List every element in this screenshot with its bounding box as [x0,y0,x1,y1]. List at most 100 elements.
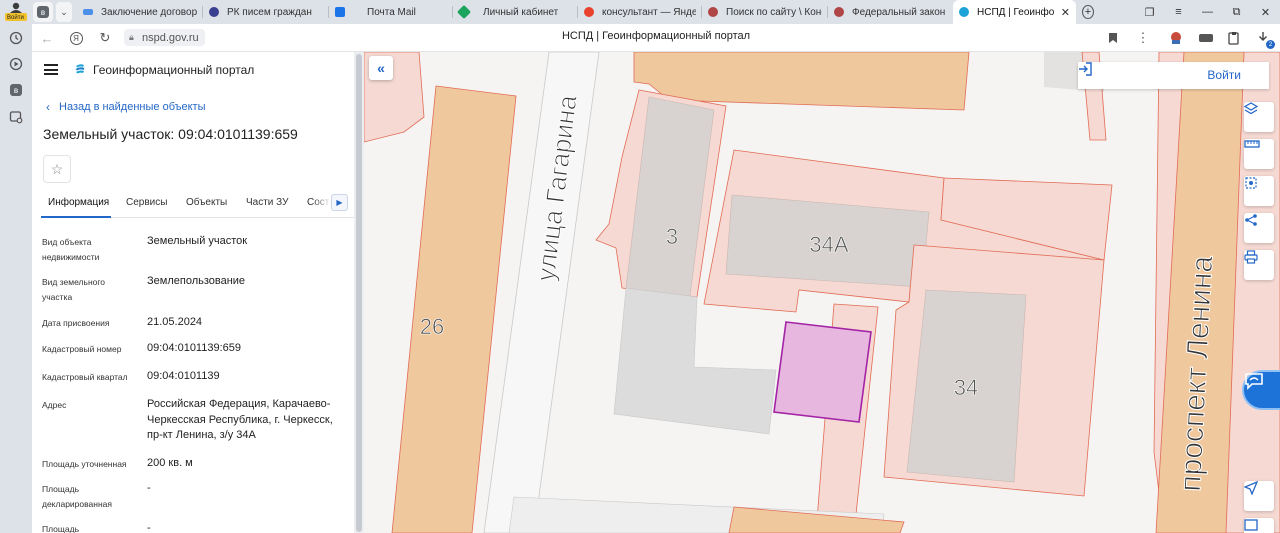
object-info-panel: Геоинформационный портал ‹ Назад в найде… [32,52,354,533]
property-value: 200 кв. м [147,457,193,469]
selected-parcel-34a[interactable] [773,321,872,423]
navigation-arrow-icon [1244,481,1258,495]
print-button[interactable] [1244,250,1274,280]
property-value: 21.05.2024 [147,316,203,328]
tab-title: консультант — Яндекс [602,6,696,18]
property-label: Вид земельного участка [42,277,106,302]
tabs-scroll-right-icon[interactable]: ▶ [331,194,348,211]
yandex-tab-button[interactable]: в [33,2,53,22]
history-icon[interactable] [8,30,24,46]
tab-mail[interactable]: Почта Mail [329,0,453,24]
profile-button[interactable]: Войти [3,1,29,21]
mail-icon [335,7,345,17]
tab-yandex-search[interactable]: консультант — Яндекс [578,0,702,24]
close-window-icon[interactable]: ✕ [1251,0,1280,24]
login-icon [1079,62,1092,76]
login-button[interactable]: Войти [1078,62,1269,89]
clipboard-icon[interactable] [1225,29,1243,47]
star-icon: ☆ [50,160,64,177]
tab-nspd[interactable]: НСПД | Геоинформа ✕ [953,0,1076,24]
back-arrow-icon[interactable]: ← [38,29,56,47]
back-to-results-link[interactable]: ‹ Назад в найденные объекты [46,100,206,114]
minimize-icon[interactable]: — [1193,0,1222,24]
tabs-menu-chevron-icon[interactable]: ⌄ [56,2,72,22]
property-value: Земельный участок [147,235,248,247]
profile-label: Войти [7,15,24,21]
hamburger-menu-icon[interactable] [44,64,58,75]
diamond-icon [456,4,472,20]
chat-assistant-button[interactable] [1242,370,1280,410]
tab-title: НСПД | Геоинформа [977,6,1055,18]
restore-icon[interactable]: ⧉ [1222,0,1251,24]
yandex-y-icon[interactable]: Я [67,29,85,47]
yandex-icon [584,7,594,17]
tabs-overview-icon[interactable]: ❐ [1135,0,1164,24]
chevron-left-icon: ‹ [46,100,50,114]
close-tab-icon[interactable]: ✕ [1061,6,1070,19]
layers-icon [1244,102,1258,115]
consultant-icon [834,7,844,17]
favorite-button[interactable]: ☆ [43,155,71,183]
url-text: nspd.gov.ru [142,31,199,44]
page-title: НСПД | Геоинформационный портал [561,30,751,42]
tab-title: Заключение договоров [101,6,197,18]
extension-2-icon[interactable] [1197,29,1215,47]
login-label: Войти [1207,68,1241,82]
reload-icon[interactable]: ↻ [96,29,114,47]
browser-tab-bar: Войти в ⌄ Заключение договоров РК писем … [0,0,1280,24]
select-area-button[interactable] [1244,176,1274,206]
property-label: Площадь [42,524,80,533]
bookmark-icon[interactable] [1104,29,1122,47]
plus-icon: + [1082,5,1094,19]
tab-personal-account[interactable]: Личный кабинет [453,0,578,24]
tab-information[interactable]: Информация [48,197,109,208]
b-logo-icon: в [37,6,49,18]
property-label: Площадь уточненная [42,459,127,469]
tab-parcel-parts[interactable]: Части ЗУ [246,197,288,208]
tab-objects[interactable]: Объекты [186,197,227,208]
collapse-panel-button[interactable]: « [369,56,393,80]
browser-sidebar: в [0,24,32,533]
property-value: 09:04:0101139:659 [147,342,241,354]
more-vert-icon[interactable]: ⋮ [1134,29,1152,47]
screenshot-icon[interactable] [8,109,24,125]
property-value: - [147,482,151,494]
property-value: - [147,522,151,533]
tab-contracts[interactable]: Заключение договоров [77,0,203,24]
print-icon [1244,250,1258,264]
property-value: 09:04:0101139 [147,370,220,382]
new-tab-button[interactable]: + [1076,0,1100,24]
tab-federal-law[interactable]: Федеральный закон "О [828,0,953,24]
property-label: Кадастровый квартал [42,372,128,382]
tab-title: Почта Mail [367,6,416,18]
layers-button[interactable] [1244,102,1274,132]
cadastral-map[interactable]: 26 3 34А 34 улица Гагарина проспект Лени… [364,52,1280,533]
emblem-icon [209,7,219,17]
property-label: Дата присвоения [42,318,110,328]
b-app-icon[interactable]: в [8,82,24,98]
url-field[interactable]: 🔒︎ nspd.gov.ru [124,29,205,46]
map-extra-button[interactable] [1244,518,1274,533]
tab-citizen-letters[interactable]: РК писем граждан [203,0,329,24]
geolocation-button[interactable] [1244,481,1274,511]
ruler-button[interactable] [1244,139,1274,169]
nspd-logo-icon [75,64,85,74]
property-label: Вид объекта недвижимости [42,237,100,262]
lock-icon: 🔒︎ [129,32,134,42]
play-icon[interactable] [8,56,24,72]
tab-services[interactable]: Сервисы [126,197,167,208]
property-label: Площадь декларированная [42,484,112,509]
property-value: Землепользование [147,275,246,287]
map-canvas[interactable]: 26 3 34А 34 улица Гагарина проспект Лени… [364,52,1280,533]
panel-scrollbar[interactable] [354,52,364,533]
address-bar: ← Я ↻ 🔒︎ nspd.gov.ru НСПД | Геоинформаци… [32,24,1280,52]
building-label-34a: 34А [809,232,848,257]
tab-consultant[interactable]: Поиск по сайту \ Консу [702,0,828,24]
portal-name: Геоинформационный портал [93,63,255,77]
share-button[interactable] [1244,213,1274,243]
download-icon[interactable]: 2 [1254,29,1275,49]
extension-icon[interactable] [1167,29,1185,47]
panel-tabs: Информация Сервисы Объекты Части ЗУ Сост… [41,192,354,218]
menu-icon[interactable]: ≡ [1164,0,1193,24]
building-label-26: 26 [420,314,444,339]
